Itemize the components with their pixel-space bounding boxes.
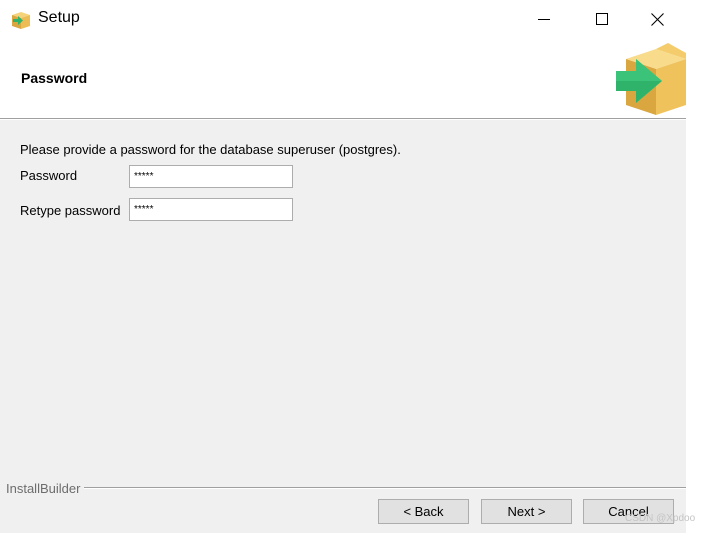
close-icon bbox=[650, 12, 664, 26]
installbuilder-brand: InstallBuilder bbox=[6, 481, 81, 496]
page-title: Password bbox=[21, 70, 88, 86]
password-label: Password bbox=[20, 168, 78, 183]
password-input[interactable] bbox=[129, 165, 293, 188]
header-separator bbox=[0, 118, 686, 120]
page-header: Password bbox=[0, 38, 686, 118]
maximize-button[interactable] bbox=[573, 0, 631, 38]
maximize-icon bbox=[596, 13, 608, 25]
window-title: Setup bbox=[38, 9, 80, 26]
next-button[interactable]: Next > bbox=[481, 499, 572, 524]
box-arrow-logo bbox=[616, 43, 686, 115]
watermark: CSDN @Xpdoo bbox=[625, 513, 696, 524]
retype-password-label: Retype password bbox=[20, 203, 121, 218]
back-button[interactable]: < Back bbox=[378, 499, 469, 524]
instruction-text: Please provide a password for the databa… bbox=[20, 142, 401, 157]
minimize-icon bbox=[538, 19, 550, 20]
setup-box-icon bbox=[12, 12, 30, 29]
minimize-button[interactable] bbox=[515, 0, 573, 38]
retype-password-input[interactable] bbox=[129, 198, 293, 221]
title-bar[interactable]: Setup bbox=[0, 0, 686, 38]
footer-separator bbox=[84, 487, 686, 489]
setup-window: Setup Password Please provide a password… bbox=[0, 0, 686, 533]
close-button[interactable] bbox=[628, 0, 686, 38]
